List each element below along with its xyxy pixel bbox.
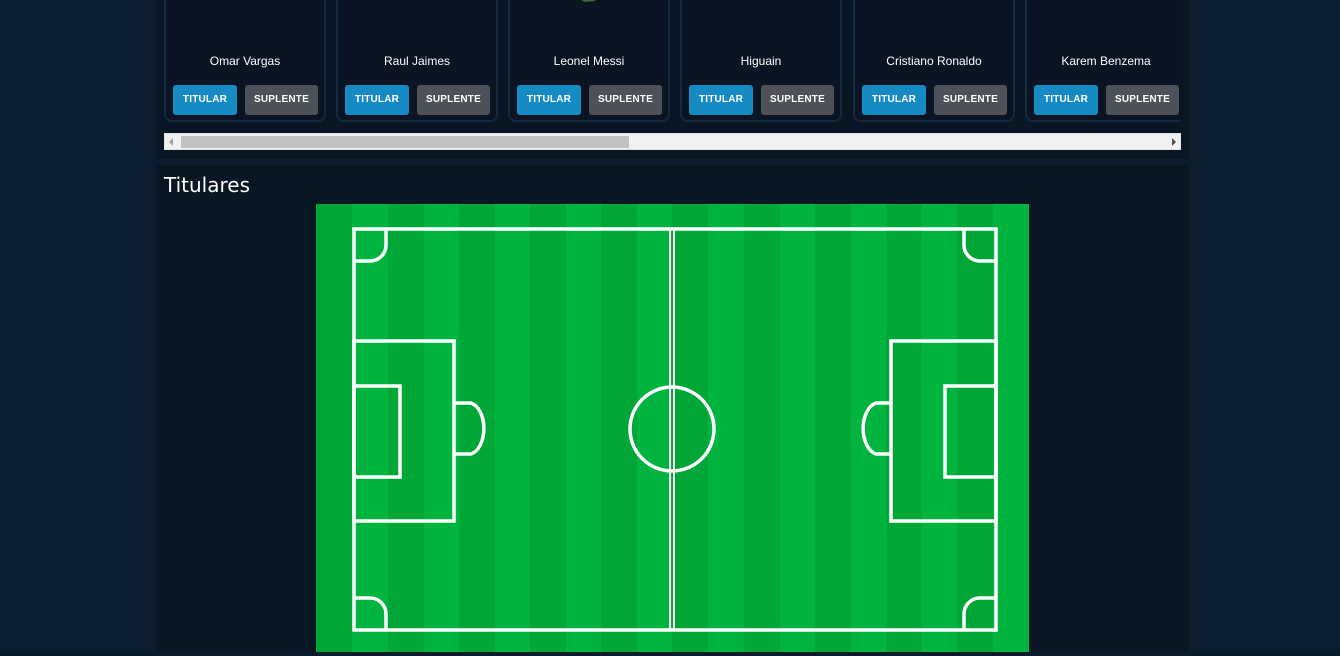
titular-button[interactable]: TITULAR <box>173 85 237 115</box>
player-name: Leonel Messi <box>553 54 625 68</box>
titular-button[interactable]: TITULAR <box>862 85 926 115</box>
player-name: Karem Benzema <box>1061 54 1151 68</box>
scrollbar-thumb[interactable] <box>181 136 629 148</box>
suplente-button[interactable]: SUPLENTE <box>417 85 490 115</box>
players-panel: Omar Vargas TITULAR SUPLENTE Raul Jaimes… <box>156 0 1189 159</box>
suplente-button[interactable]: SUPLENTE <box>761 85 834 115</box>
player-photo <box>581 0 596 2</box>
titulares-heading: Titulares <box>164 173 250 197</box>
scroll-right-arrow-icon[interactable] <box>1172 138 1176 146</box>
titulares-panel: Titulares <box>156 165 1189 656</box>
player-name: Omar Vargas <box>209 54 281 68</box>
suplente-button[interactable]: SUPLENTE <box>934 85 1007 115</box>
player-cards-row: Omar Vargas TITULAR SUPLENTE Raul Jaimes… <box>164 0 1181 134</box>
player-card: Cristiano Ronaldo TITULAR SUPLENTE <box>853 0 1015 122</box>
player-name: Raul Jaimes <box>383 54 451 68</box>
player-name: Cristiano Ronaldo <box>886 54 982 68</box>
suplente-button[interactable]: SUPLENTE <box>245 85 318 115</box>
player-card: Raul Jaimes TITULAR SUPLENTE <box>336 0 498 122</box>
player-card: Higuain TITULAR SUPLENTE <box>680 0 842 122</box>
titular-button[interactable]: TITULAR <box>1034 85 1098 115</box>
titular-button[interactable]: TITULAR <box>517 85 581 115</box>
player-card: Karem Benzema TITULAR SUPLENTE <box>1025 0 1181 122</box>
scroll-left-arrow-icon[interactable] <box>169 138 173 146</box>
suplente-button[interactable]: SUPLENTE <box>1106 85 1179 115</box>
titular-button[interactable]: TITULAR <box>689 85 753 115</box>
player-name: Higuain <box>740 54 782 68</box>
soccer-field <box>316 204 1029 654</box>
titular-button[interactable]: TITULAR <box>345 85 409 115</box>
bottom-strip <box>0 652 1340 656</box>
suplente-button[interactable]: SUPLENTE <box>589 85 662 115</box>
player-card: Omar Vargas TITULAR SUPLENTE <box>164 0 326 122</box>
player-card: Leonel Messi TITULAR SUPLENTE <box>508 0 670 122</box>
field-stripes <box>316 204 1029 654</box>
app-root: Omar Vargas TITULAR SUPLENTE Raul Jaimes… <box>0 0 1340 656</box>
horizontal-scrollbar[interactable] <box>164 133 1181 150</box>
